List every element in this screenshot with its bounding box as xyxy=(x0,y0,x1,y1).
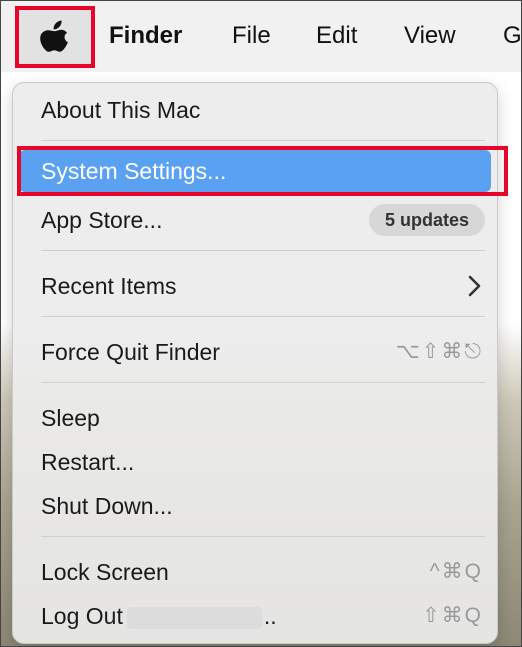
menu-separator xyxy=(41,382,485,383)
lock-screen-shortcut: ^⌘Q xyxy=(429,560,483,583)
menu-separator xyxy=(41,316,485,317)
apple-dropdown-menu: About This Mac System Settings... App St… xyxy=(12,82,498,644)
menu-item-log-out[interactable]: Log Out.. xyxy=(41,602,277,630)
menu-item-force-quit[interactable]: Force Quit Finder xyxy=(41,338,220,366)
menu-item-system-settings[interactable]: System Settings... xyxy=(19,150,491,192)
menu-item-system-settings-label: System Settings... xyxy=(41,158,227,184)
menu-item-restart[interactable]: Restart... xyxy=(41,448,134,476)
menu-separator xyxy=(41,250,485,251)
menu-item-about[interactable]: About This Mac xyxy=(41,96,200,124)
log-out-shortcut: ⇧⌘Q xyxy=(422,604,483,627)
updates-badge: 5 updates xyxy=(368,204,485,236)
log-out-ellipsis: .. xyxy=(263,603,277,629)
menubar-view[interactable]: View xyxy=(404,22,456,50)
chevron-right-icon xyxy=(468,275,481,297)
menu-item-recent-items[interactable]: Recent Items xyxy=(41,272,177,300)
apple-menu-button[interactable] xyxy=(15,6,95,68)
menu-separator xyxy=(41,536,485,537)
menu-item-app-store[interactable]: App Store... xyxy=(41,206,162,234)
menubar-app-name[interactable]: Finder xyxy=(109,22,182,50)
menu-item-shut-down[interactable]: Shut Down... xyxy=(41,492,173,520)
apple-logo-icon xyxy=(40,20,68,52)
menu-separator xyxy=(41,140,485,141)
menu-bar: Finder File Edit View G xyxy=(0,0,522,72)
redacted-username xyxy=(126,606,262,629)
log-out-label: Log Out xyxy=(41,603,123,629)
menu-item-sleep[interactable]: Sleep xyxy=(41,404,100,432)
menubar-edit[interactable]: Edit xyxy=(316,22,357,50)
menubar-go[interactable]: G xyxy=(503,22,522,50)
force-quit-shortcut: ⌥⇧⌘⎋ xyxy=(395,340,483,363)
menubar-file[interactable]: File xyxy=(232,22,271,50)
menu-item-lock-screen[interactable]: Lock Screen xyxy=(41,558,169,586)
